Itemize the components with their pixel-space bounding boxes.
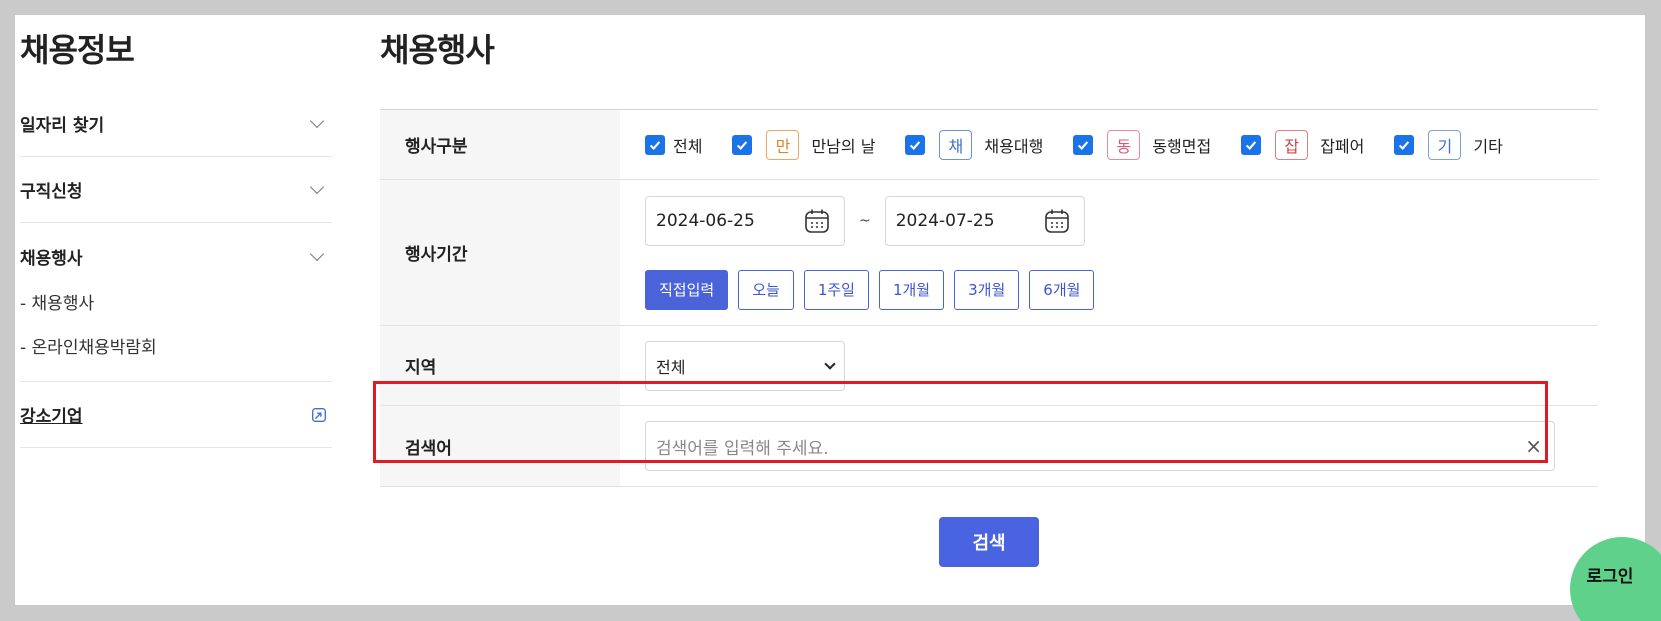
checkbox-recruit-agency[interactable]: 채 채용대행 (905, 129, 1044, 160)
checkbox-checked-icon[interactable] (732, 134, 753, 155)
keyword-input[interactable]: 검색어를 입력해 주세요. × (645, 421, 1555, 471)
event-period-label: 행사기간 (380, 180, 620, 325)
checkbox-label: 동행면접 (1152, 136, 1212, 156)
event-tag-badge: 기 (1428, 129, 1462, 160)
start-date-input[interactable]: 2024-06-25 (645, 195, 845, 246)
main-content: 채용행사 행사구분 전체 만 만남의 날 채 채용대행 동 동행면접 잡 잡페어… (380, 15, 1598, 567)
period-button-1week[interactable]: 1주일 (803, 269, 869, 310)
submit-area: 검색 (380, 517, 1598, 567)
checkbox-checked-icon[interactable] (645, 134, 665, 155)
keyword-row: 검색어 검색어를 입력해 주세요. × (380, 406, 1598, 487)
event-tag-badge: 채 (939, 129, 973, 160)
page-title: 채용행사 (380, 31, 495, 69)
region-select[interactable]: 전체 (645, 340, 845, 391)
checkbox-label: 전체 (673, 136, 703, 156)
sidebar-link-label: 강소기업 (20, 407, 83, 427)
keyword-label: 검색어 (380, 406, 620, 486)
event-type-body: 전체 만 만남의 날 채 채용대행 동 동행면접 잡 잡페어 기 기타 (620, 110, 1598, 179)
period-button-today[interactable]: 오늘 (738, 269, 794, 310)
date-separator: ~ (859, 212, 871, 229)
calendar-icon[interactable] (1044, 208, 1070, 234)
checkbox-label: 잡페어 (1320, 136, 1365, 156)
region-selected-value: 전체 (656, 357, 686, 377)
quick-period-buttons: 직접입력 오늘 1주일 1개월 3개월 6개월 (645, 269, 1104, 310)
chevron-down-icon (309, 179, 325, 195)
event-tag-badge: 잡 (1275, 129, 1309, 160)
checkbox-checked-icon[interactable] (905, 134, 926, 155)
keyword-placeholder: 검색어를 입력해 주세요. (656, 438, 829, 459)
sidebar: 채용정보 일자리 찾기 구직신청 채용행사 - 채용행사 - 온라인채용박람회 … (20, 15, 332, 448)
period-button-6months[interactable]: 6개월 (1029, 269, 1095, 310)
period-button-custom[interactable]: 직접입력 (645, 269, 729, 310)
sidebar-item-label: 일자리 찾기 (20, 116, 105, 136)
date-range: 2024-06-25 ~ 2024-07-25 (645, 195, 1104, 246)
event-type-row: 행사구분 전체 만 만남의 날 채 채용대행 동 동행면접 잡 잡페어 기 기타 (380, 110, 1598, 180)
region-body: 전체 (620, 326, 1598, 405)
period-button-1month[interactable]: 1개월 (878, 269, 945, 310)
event-type-label: 행사구분 (380, 110, 620, 179)
event-period-row: 행사기간 2024-06-25 ~ 2024-07-25 직접입력 오늘 1주일… (380, 180, 1598, 326)
calendar-icon[interactable] (804, 208, 830, 234)
chevron-down-icon (309, 246, 325, 261)
chevron-down-icon (309, 113, 325, 129)
checkbox-other[interactable]: 기 기타 (1394, 129, 1503, 160)
sidebar-subitem-events[interactable]: - 채용행사 (20, 279, 332, 323)
sidebar-item-job-application[interactable]: 구직신청 (20, 157, 332, 223)
sidebar-subitem-online-fair[interactable]: - 온라인채용박람회 (20, 323, 332, 367)
event-period-body: 2024-06-25 ~ 2024-07-25 직접입력 오늘 1주일 1개월 … (620, 180, 1598, 325)
checkbox-label: 기타 (1473, 136, 1503, 156)
sidebar-link-small-giant[interactable]: 강소기업 (20, 382, 332, 448)
checkbox-meeting-day[interactable]: 만 만남의 날 (732, 129, 876, 160)
checkbox-checked-icon[interactable] (1394, 134, 1415, 155)
external-link-icon (312, 407, 326, 422)
start-date-value: 2024-06-25 (656, 210, 755, 231)
event-type-checkboxes: 전체 만 만남의 날 채 채용대행 동 동행면접 잡 잡페어 기 기타 (645, 129, 1533, 160)
end-date-input[interactable]: 2024-07-25 (884, 195, 1085, 246)
clear-icon[interactable]: × (1525, 434, 1542, 458)
sidebar-item-label: 채용행사 (20, 248, 83, 269)
end-date-value: 2024-07-25 (895, 210, 995, 231)
login-label: 로그인 (1586, 566, 1634, 587)
sidebar-title: 채용정보 (20, 31, 135, 69)
search-button[interactable]: 검색 (939, 517, 1039, 567)
sidebar-item-label: 구직신청 (20, 182, 83, 202)
checkbox-label: 만남의 날 (811, 136, 876, 156)
search-form: 행사구분 전체 만 만남의 날 채 채용대행 동 동행면접 잡 잡페어 기 기타… (380, 109, 1598, 487)
checkbox-job-fair[interactable]: 잡 잡페어 (1241, 129, 1365, 160)
sidebar-submenu: - 채용행사 - 온라인채용박람회 (20, 279, 332, 382)
page: 채용정보 일자리 찾기 구직신청 채용행사 - 채용행사 - 온라인채용박람회 … (15, 15, 1645, 605)
checkbox-accompany-interview[interactable]: 동 동행면접 (1073, 129, 1212, 160)
chevron-down-icon (824, 357, 836, 370)
period-button-3months[interactable]: 3개월 (954, 269, 1020, 310)
region-row: 지역 전체 (380, 326, 1598, 406)
keyword-body: 검색어를 입력해 주세요. × (620, 406, 1598, 486)
period-controls: 2024-06-25 ~ 2024-07-25 직접입력 오늘 1주일 1개월 … (645, 195, 1104, 310)
event-tag-badge: 동 (1107, 129, 1141, 160)
sidebar-item-job-search[interactable]: 일자리 찾기 (20, 91, 332, 157)
checkbox-label: 채용대행 (984, 136, 1044, 156)
checkbox-checked-icon[interactable] (1073, 134, 1094, 155)
checkbox-checked-icon[interactable] (1241, 134, 1262, 155)
checkbox-all[interactable]: 전체 (645, 133, 702, 157)
region-label: 지역 (380, 326, 620, 405)
event-tag-badge: 만 (766, 129, 800, 160)
